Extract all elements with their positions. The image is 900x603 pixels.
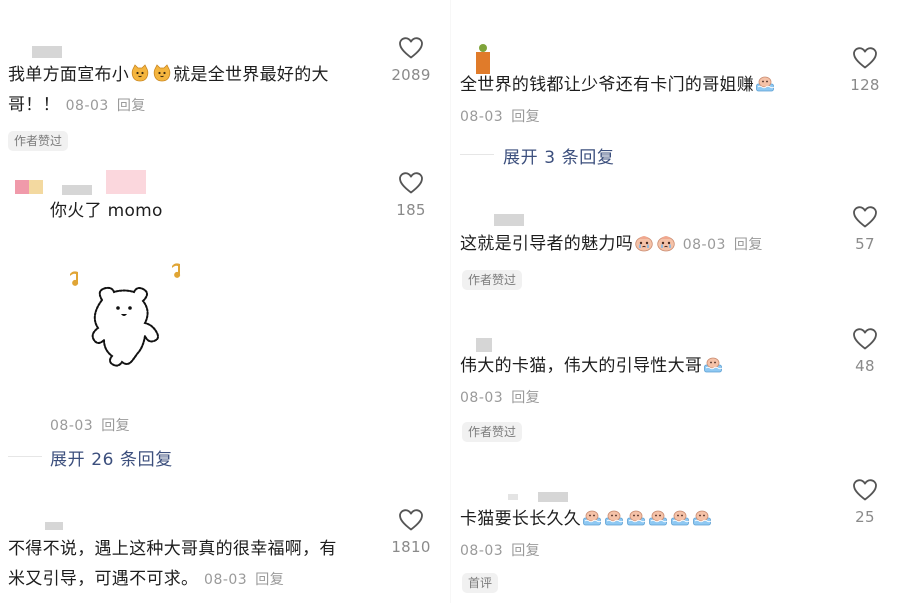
comment-line-1: 我单方面宣布小: [8, 65, 130, 85]
comment-date: 08-03 回复: [50, 418, 131, 434]
user-avatar-blurred[interactable]: [476, 338, 492, 352]
column-divider: [450, 0, 451, 603]
reply-button[interactable]: 回复: [511, 543, 540, 559]
like-heart-icon[interactable]: [398, 508, 424, 532]
reply-button[interactable]: 回复: [117, 98, 146, 114]
pool-cry-emoji-icon: [582, 507, 602, 527]
comment-text: 全世界的钱都让少爷还有卡门的哥姐赚: [460, 70, 776, 100]
comment-date: 08-03 回复: [682, 237, 763, 253]
pool-cry-emoji-icon: [604, 507, 624, 527]
comment-text: 卡猫要长长久久: [460, 504, 713, 534]
pool-cry-emoji-icon: [648, 507, 668, 527]
pool-cry-emoji-icon: [755, 73, 775, 93]
like-heart-icon[interactable]: [852, 205, 878, 229]
user-avatar-blurred[interactable]: [508, 494, 518, 500]
like-count: 48: [855, 357, 875, 375]
reply-button[interactable]: 回复: [734, 237, 763, 253]
comment-date: 08-03 回复: [204, 572, 285, 588]
like-heart-icon[interactable]: [398, 171, 424, 195]
comment-text: 不得不说，遇上这种大哥真的很幸福啊，有 米又引导，可遇不可求。 08-03 回复: [8, 534, 388, 595]
reply-button[interactable]: 回复: [511, 390, 540, 406]
comment-line-1-end: 就是全世界最好的大: [173, 65, 329, 85]
cry-emoji-icon: [634, 232, 654, 252]
expand-replies-button[interactable]: 展开 26 条回复: [50, 445, 173, 470]
like-heart-icon[interactable]: [852, 478, 878, 502]
first-comment-badge: 首评: [462, 573, 499, 593]
comment-date: 08-03 回复: [460, 390, 541, 406]
reply-button[interactable]: 回复: [255, 572, 284, 588]
user-avatar-blurred[interactable]: [45, 522, 63, 530]
like-count: 128: [850, 76, 880, 94]
comment-date: 08-03 回复: [65, 98, 146, 114]
like-count: 185: [396, 201, 426, 219]
author-liked-badge: 作者赞过: [462, 270, 523, 290]
username-blurred[interactable]: [538, 492, 568, 502]
bear-dance-sticker: [70, 263, 181, 367]
user-avatar-blurred[interactable]: [32, 46, 62, 58]
comment-text: 这就是引导者的魅力吗 08-03 回复: [460, 232, 763, 254]
comment-date: 08-03 回复: [460, 543, 541, 559]
like-count: 2089: [391, 66, 431, 84]
comment-line-2: 米又引导，可遇不可求。: [8, 569, 199, 589]
reply-button[interactable]: 回复: [511, 109, 540, 125]
like-count: 25: [855, 508, 875, 526]
user-avatar-blurred[interactable]: [494, 214, 524, 226]
comment-line-2: 哥！！: [8, 95, 60, 115]
pool-cry-emoji-icon: [626, 507, 646, 527]
like-heart-icon[interactable]: [852, 46, 878, 70]
user-avatar-blurred[interactable]: [15, 168, 49, 196]
pool-cry-emoji-icon: [703, 354, 723, 374]
like-heart-icon[interactable]: [852, 327, 878, 351]
comment-line-1: 不得不说，遇上这种大哥真的很幸福啊，有: [8, 539, 337, 559]
expand-divider: [8, 456, 42, 457]
comment-text: 我单方面宣布小 就是全世界最好的大 哥！！ 08-03 回复: [8, 60, 388, 121]
like-heart-icon[interactable]: [398, 36, 424, 60]
author-liked-badge: 作者赞过: [462, 422, 523, 442]
expand-divider: [460, 154, 494, 155]
comment-text: 你火了 momo: [50, 201, 163, 221]
like-count: 1810: [391, 538, 431, 556]
user-badge-blurred: [106, 170, 146, 194]
username-blurred[interactable]: [62, 185, 92, 195]
cat-emoji-icon: [130, 63, 150, 83]
pool-cry-emoji-icon: [692, 507, 712, 527]
reply-button[interactable]: 回复: [101, 418, 130, 434]
cry-emoji-icon: [656, 232, 676, 252]
comment-text: 伟大的卡猫，伟大的引导性大哥: [460, 351, 724, 381]
cat-emoji-icon: [152, 63, 172, 83]
comment-date: 08-03 回复: [460, 109, 541, 125]
expand-replies-button[interactable]: 展开 3 条回复: [503, 143, 614, 168]
author-liked-badge: 作者赞过: [8, 131, 69, 151]
pool-cry-emoji-icon: [670, 507, 690, 527]
like-count: 57: [855, 235, 875, 253]
